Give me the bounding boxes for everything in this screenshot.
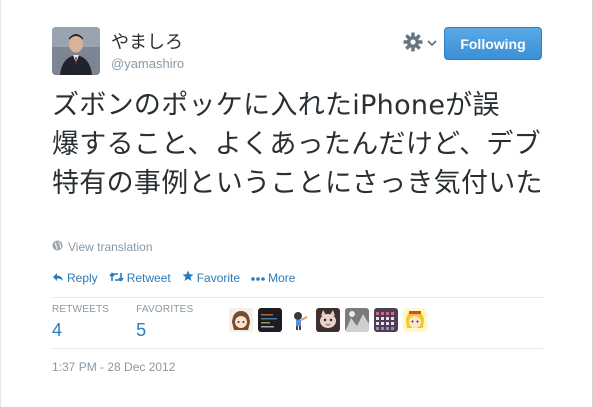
ellipsis-icon — [251, 271, 265, 285]
view-translation-link[interactable]: View translation — [52, 240, 153, 254]
avatar-cat-icon[interactable] — [316, 308, 340, 332]
retweet-button[interactable]: Retweet — [109, 271, 171, 285]
star-icon — [182, 270, 194, 285]
avatar-gray-photo-icon[interactable] — [345, 308, 369, 332]
tweet-card: やましろ @yamashiro Following ズボンのポッケに入れたiPh… — [0, 0, 593, 407]
avatar-mini-figure-icon[interactable] — [287, 308, 311, 332]
avatar-anime-girl-icon[interactable] — [229, 308, 253, 332]
user-avatar[interactable] — [52, 27, 100, 75]
tweet-line: 特有の事例ということにさっき気付いた — [52, 168, 543, 199]
retweet-label: Retweet — [126, 270, 171, 285]
tweet-timestamp[interactable]: 1:37 PM - 28 Dec 2012 — [52, 360, 175, 374]
avatar-yellow-character-icon[interactable] — [403, 308, 427, 332]
divider — [52, 297, 543, 298]
user-handle[interactable]: @yamashiro — [111, 56, 184, 72]
reply-label: Reply — [67, 270, 98, 285]
retweet-icon — [109, 271, 124, 285]
tweet-line: ズボンのポッケに入れたiPhoneが誤 — [52, 90, 500, 121]
divider — [52, 348, 543, 349]
favorites-count: 5 — [136, 320, 147, 340]
more-label: More — [268, 270, 296, 285]
retweets-label: RETWEETS — [52, 304, 110, 315]
chevron-down-icon — [427, 35, 437, 53]
more-button[interactable]: More — [251, 271, 295, 285]
tweet-text: ズボンのポッケに入れたiPhoneが誤 爆すること、よくあったんだけど、デブ 特… — [52, 86, 552, 203]
reply-icon — [52, 271, 64, 285]
following-button[interactable]: Following — [444, 27, 542, 60]
view-translation-label: View translation — [68, 240, 153, 254]
tweet-stats: RETWEETS 4 FAVORITES 5 — [52, 304, 220, 341]
favorites-stat[interactable]: FAVORITES 5 — [136, 304, 193, 341]
user-display-name[interactable]: やましろ — [111, 33, 183, 53]
favoriters-list — [229, 308, 427, 332]
favorite-label: Favorite — [196, 270, 241, 285]
user-actions-dropdown[interactable] — [402, 31, 440, 58]
reply-button[interactable]: Reply — [52, 271, 98, 285]
favorite-button[interactable]: Favorite — [182, 270, 240, 285]
retweets-count: 4 — [52, 320, 63, 340]
retweets-stat[interactable]: RETWEETS 4 — [52, 304, 109, 341]
avatar-pixel-grid-icon[interactable] — [374, 308, 398, 332]
avatar-dark-screen-icon[interactable] — [258, 308, 282, 332]
gear-icon — [402, 31, 424, 58]
globe-icon — [52, 240, 63, 254]
tweet-actions: Reply Retweet Favorite More — [52, 270, 306, 285]
favorites-label: FAVORITES — [136, 304, 194, 315]
tweet-line: 爆すること、よくあったんだけど、デブ — [52, 129, 541, 160]
